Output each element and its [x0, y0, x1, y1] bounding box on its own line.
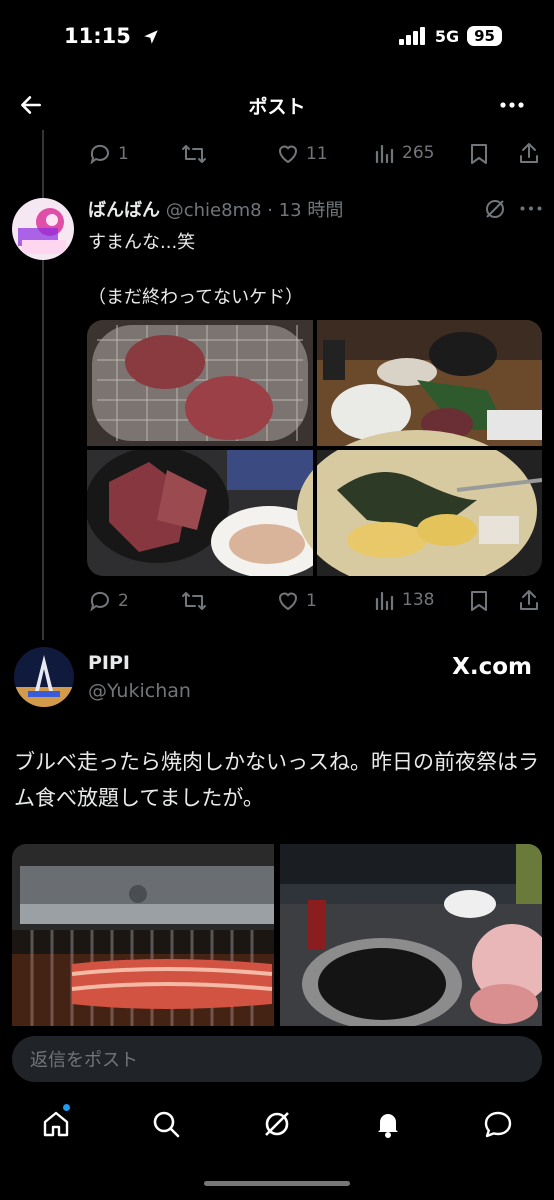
card-display-name[interactable]: PIPI: [88, 652, 130, 674]
bookmark-button[interactable]: [468, 589, 490, 613]
media-photo[interactable]: [297, 430, 542, 576]
tab-home[interactable]: [40, 1108, 72, 1140]
like-button[interactable]: 1: [276, 589, 317, 613]
media-photo[interactable]: [12, 844, 274, 1026]
view-count: 138: [402, 590, 435, 610]
grok-icon: [486, 200, 504, 218]
reply-button[interactable]: 1: [88, 142, 129, 166]
retweet-icon: [182, 592, 206, 610]
grok-button[interactable]: [484, 198, 506, 220]
reply-count: 2: [118, 591, 129, 611]
card-handle[interactable]: @Yukichan: [88, 680, 191, 702]
page-title: ポスト: [248, 96, 306, 118]
view-count: 265: [402, 143, 435, 163]
like-icon: [278, 592, 298, 611]
home-unread-dot: [63, 1104, 70, 1111]
media-photo[interactable]: [317, 320, 542, 446]
tab-notifications[interactable]: [372, 1108, 404, 1140]
status-time-text: 11:15: [64, 24, 131, 48]
messages-icon: [484, 1111, 512, 1138]
reply-icon: [90, 591, 109, 612]
like-button[interactable]: 11: [276, 142, 328, 166]
battery-icon: 95: [467, 26, 502, 46]
media-grid: [87, 320, 542, 576]
card-avatar[interactable]: [14, 647, 74, 707]
reply-count: 1: [118, 144, 129, 164]
x-logo-text: X.com: [452, 654, 532, 680]
reply-input[interactable]: [28, 1036, 522, 1084]
status-time: 11:15: [64, 24, 160, 48]
like-icon: [278, 145, 298, 164]
views-button[interactable]: 138: [374, 589, 434, 611]
bookmark-icon: [471, 144, 487, 164]
tab-bar: [0, 1100, 554, 1150]
views-button[interactable]: 265: [374, 142, 434, 164]
reply-icon: [90, 144, 109, 165]
share-icon: [520, 590, 538, 610]
tab-messages[interactable]: [482, 1108, 514, 1140]
retweet-button[interactable]: [180, 142, 208, 166]
reply-button[interactable]: 2: [88, 589, 129, 613]
media-photo[interactable]: [280, 844, 542, 1026]
tab-grok[interactable]: [261, 1108, 293, 1140]
signal-icon: [398, 27, 427, 45]
bell-icon: [378, 1114, 398, 1138]
status-indicators: 5G 95: [398, 26, 502, 46]
display-name[interactable]: ばんばん: [88, 200, 160, 221]
home-indicator: [204, 1181, 350, 1186]
reply-bar: [12, 1036, 542, 1084]
location-arrow-icon: [142, 28, 160, 46]
more-icon: [520, 206, 542, 211]
retweet-button[interactable]: [180, 589, 208, 613]
tab-search[interactable]: [150, 1108, 182, 1140]
share-button[interactable]: [518, 588, 540, 612]
more-icon: [500, 102, 524, 108]
tweet-more-button[interactable]: [520, 206, 542, 211]
tweet-text: すまんな...笑: [88, 232, 196, 253]
bookmark-button[interactable]: [468, 142, 490, 166]
tweet-header: ばんばん @chie8m8 · 13 時間: [88, 200, 344, 221]
bookmark-icon: [471, 591, 487, 611]
retweet-icon: [182, 145, 206, 163]
card-text: ブルベ走ったら焼肉しかないっスね。昨日の前夜祭はラム食べ放題してましたが。: [14, 750, 539, 810]
grok-icon: [265, 1112, 289, 1136]
more-button[interactable]: [500, 102, 524, 108]
tweet-text-line2: （まだ終わってないケド）: [88, 287, 304, 308]
share-icon: [520, 143, 538, 163]
share-button[interactable]: [518, 141, 540, 165]
timestamp: 13 時間: [278, 200, 344, 221]
card-media-grid: [12, 844, 542, 1026]
views-icon: [375, 591, 394, 611]
search-icon: [153, 1111, 180, 1138]
handle[interactable]: @chie8m8: [166, 200, 262, 221]
like-count: 1: [306, 591, 317, 611]
media-photo[interactable]: [87, 320, 313, 446]
like-count: 11: [306, 144, 328, 164]
views-icon: [375, 144, 394, 164]
home-icon: [43, 1111, 69, 1137]
avatar[interactable]: [12, 198, 74, 260]
network-label: 5G: [434, 26, 460, 46]
media-photo[interactable]: [87, 447, 327, 576]
